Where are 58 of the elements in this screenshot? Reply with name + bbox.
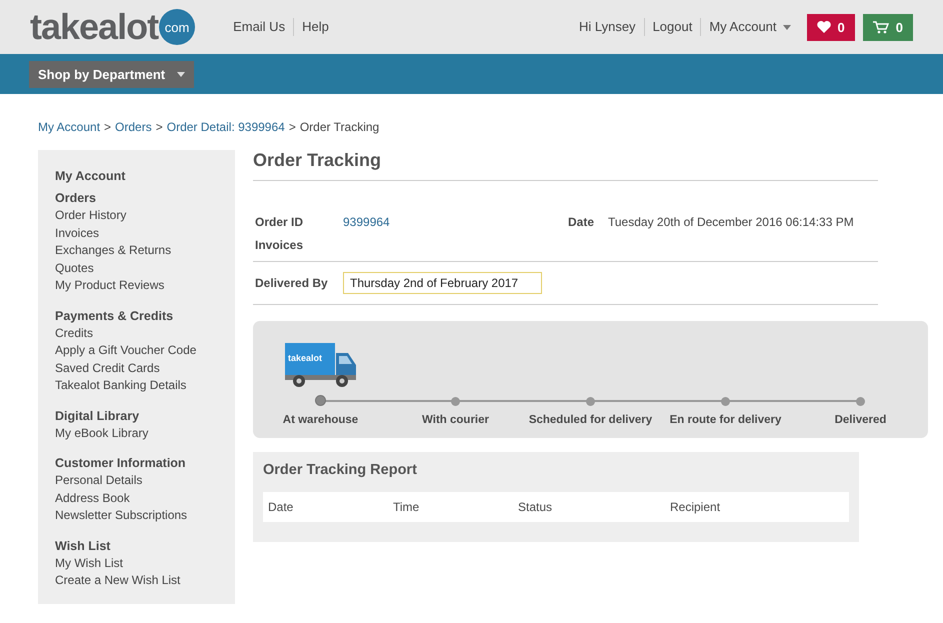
field-label: Order ID xyxy=(255,215,304,229)
field-label: Date xyxy=(568,215,596,229)
step-label: En route for delivery xyxy=(670,414,782,426)
step-label: At warehouse xyxy=(282,414,358,426)
sidebar-item[interactable]: Invoices xyxy=(55,224,235,242)
column-header: Time xyxy=(393,500,420,514)
sidebar-heading: Customer Information xyxy=(55,455,187,472)
delivery-date-field[interactable]: Thursday 2nd of February 2017 xyxy=(343,272,542,294)
sidebar-item[interactable]: Credits xyxy=(55,324,235,342)
header-link[interactable]: Email Us xyxy=(225,18,294,36)
column-header: Recipient xyxy=(670,500,722,514)
department-menu-button[interactable]: Shop by Department xyxy=(29,60,194,88)
field-label: Invoices xyxy=(255,238,304,252)
header-link[interactable]: Help xyxy=(293,18,337,36)
sidebar-heading: Payments & Credits xyxy=(55,308,174,324)
breadcrumb-link[interactable]: My Account xyxy=(38,120,100,134)
sidebar-item[interactable]: My Product Reviews xyxy=(55,277,235,294)
caret-icon xyxy=(177,72,186,76)
sidebar-heading: Digital Library xyxy=(55,408,140,424)
breadcrumb-link[interactable]: Order Detail: 9399964 xyxy=(166,120,285,134)
breadcrumb-link[interactable]: Orders xyxy=(115,120,152,134)
cart-button[interactable]: 0 xyxy=(862,14,913,40)
step-label: With courier xyxy=(422,414,489,426)
report-title: Order Tracking Report xyxy=(263,462,418,478)
current-page-label: Order Tracking xyxy=(300,120,380,134)
breadcrumb-separator: > xyxy=(156,120,163,134)
column-header: Status xyxy=(518,500,554,514)
sidebar-item[interactable]: Saved Credit Cards xyxy=(55,360,235,377)
sidebar-item[interactable]: Create a New Wish List xyxy=(55,572,235,590)
date-value: Tuesday 20th of December 2016 06:14:33 PM xyxy=(608,215,854,229)
header-link[interactable]: Logout xyxy=(644,18,700,36)
sidebar-item[interactable]: Exchanges & Returns xyxy=(55,242,235,260)
sidebar-heading: Orders xyxy=(55,190,97,207)
sidebar-item[interactable]: My eBook Library xyxy=(55,424,235,442)
breadcrumb-separator: > xyxy=(104,120,112,134)
sidebar-item[interactable]: Apply a Gift Voucher Code xyxy=(55,342,235,360)
account-menu[interactable]: My Account xyxy=(700,18,799,36)
header-link[interactable]: Hi Lynsey xyxy=(570,18,644,36)
step-label: Delivered xyxy=(834,414,886,426)
wishlist-button[interactable]: 0 xyxy=(806,14,855,40)
sidebar-item[interactable]: Takealot Banking Details xyxy=(55,377,235,394)
breadcrumb-separator: > xyxy=(288,120,296,134)
sidebar-item[interactable]: Personal Details xyxy=(55,472,235,490)
column-header: Date xyxy=(268,500,294,514)
sidebar-item[interactable]: My Wish List xyxy=(55,554,235,572)
sidebar-item[interactable]: Newsletter Subscriptions xyxy=(55,507,235,524)
sidebar-item[interactable]: Quotes xyxy=(55,260,235,277)
sidebar-item[interactable]: Address Book xyxy=(55,490,235,507)
order-id-link[interactable]: 9399964 xyxy=(343,215,568,229)
field-label: Delivered By xyxy=(255,276,329,290)
heart-icon xyxy=(816,21,831,33)
page-title: Order Tracking xyxy=(253,150,878,181)
caret-icon xyxy=(782,24,791,30)
step-label: Scheduled for delivery xyxy=(528,414,652,426)
sidebar-item[interactable]: Order History xyxy=(55,207,235,224)
cart-icon xyxy=(872,20,889,34)
sidebar-heading: Wish List xyxy=(55,538,112,554)
sidebar-title: My Account xyxy=(55,168,126,185)
